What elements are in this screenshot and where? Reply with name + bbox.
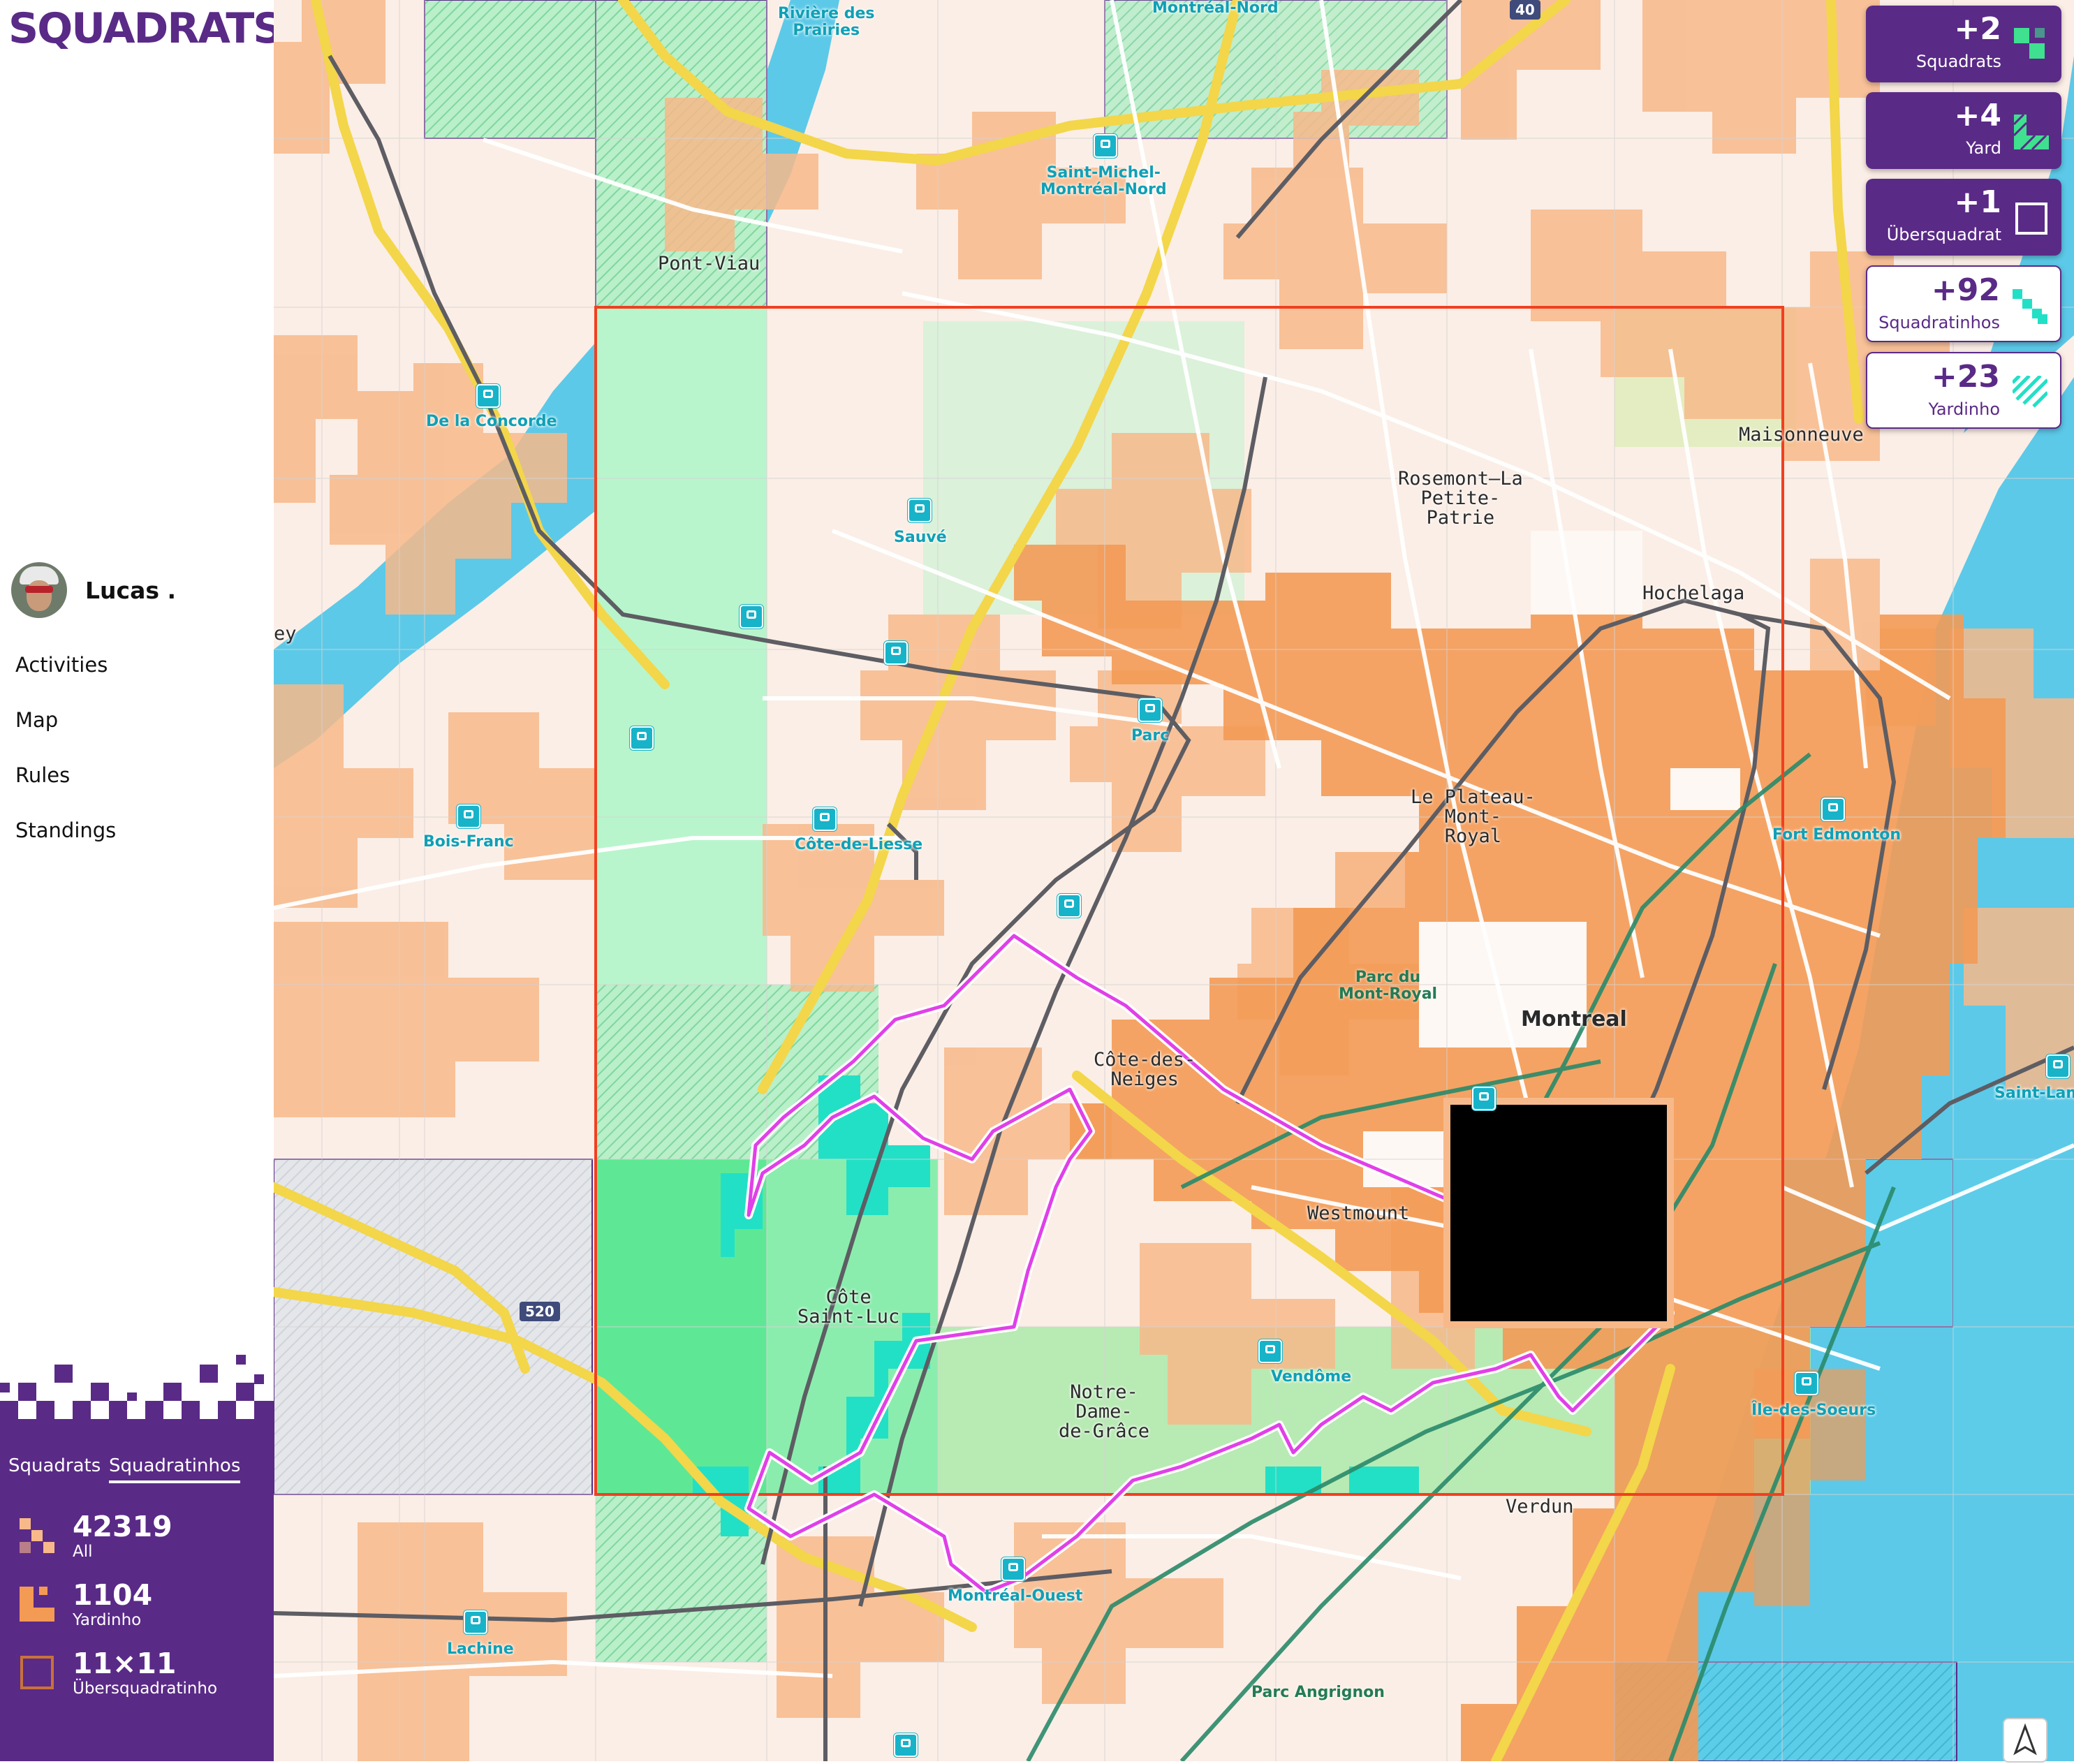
avatar[interactable] [11,562,67,618]
card-squadratinhos-value: +92 [1931,272,2000,308]
station-fort-edmonton[interactable]: Fort Edmonton [1772,827,1901,844]
card-yard-value: +4 [1954,98,2001,133]
compass-icon [2013,1723,2037,1756]
yardinho-icon [20,1587,54,1622]
squadrats-icon [2014,28,2045,59]
station-saint-lambert[interactable]: Saint-Lam [1994,1085,2074,1102]
label-cote-des-neiges: Côte-des- Neiges [1094,1049,1196,1090]
card-yardinho[interactable]: +23 Yardinho [1866,352,2061,429]
station-saint-michel[interactable]: Saint-Michel- Montréal-Nord [1040,165,1167,198]
map-canvas[interactable]: Pont-Viau Maisonneuve Rosemont—La Petite… [274,0,2074,1761]
nav-map[interactable]: Map [15,708,58,732]
train-station-icon[interactable] [630,726,654,750]
reset-north-button[interactable] [2003,1718,2047,1763]
privacy-redaction [1450,1105,1667,1321]
label-maisonneuve: Maisonneuve [1739,424,1864,446]
label-hochelaga: Hochelaga [1642,582,1745,604]
card-ubersquadrat-label: Übersquadrat [1886,225,2001,244]
train-station-icon[interactable] [2046,1054,2070,1078]
train-station-icon[interactable] [464,1610,487,1634]
label-pont-viau: Pont-Viau [658,253,760,274]
stat-yardinho-value: 1104 [73,1578,153,1612]
card-squadratinhos[interactable]: +92 Squadratinhos [1866,265,2061,342]
stat-all: 42319 All [20,1511,172,1561]
nav-rules[interactable]: Rules [15,763,70,787]
label-cote-saint-luc: Côte Saint-Luc [797,1286,900,1328]
station-lachine[interactable]: Lachine [447,1641,514,1658]
card-squadrats-value: +2 [1954,11,2001,47]
card-ubersquadrat[interactable]: +1 Übersquadrat [1866,179,2061,256]
card-yard-label: Yard [1966,138,2001,158]
tab-squadrats[interactable]: Squadrats [8,1455,101,1476]
ubersquadratinho-icon [20,1656,54,1689]
train-station-icon[interactable] [1795,1372,1818,1395]
train-station-icon[interactable] [1472,1087,1496,1110]
pixel-edge-decoration [0,1355,274,1432]
label-plateau: Le Plateau- Mont- Royal [1411,786,1536,847]
sidebar: SQUADRATS Lucas . Activities Map Rules S… [0,0,283,1761]
user-profile[interactable]: Lucas . [11,562,176,618]
map-layer[interactable] [274,0,2074,1761]
train-station-icon[interactable] [1821,798,1845,821]
user-name: Lucas . [85,576,177,604]
label-parc-du-mont-royal: Parc du Mont-Royal [1339,969,1438,1003]
highway-shield-40: 40 [1510,0,1540,20]
stat-ubersquadratinho: 11×11 Übersquadratinho [20,1648,217,1698]
ubersquadrat-icon [2015,203,2047,235]
highway-shield-520: 520 [520,1302,560,1321]
nav-standings[interactable]: Standings [15,818,116,842]
card-ubersquadrat-value: +1 [1954,184,2001,220]
stat-ubersquadratinho-value: 11×11 [73,1647,177,1680]
station-montreal-nord[interactable]: Montréal-Nord [1152,0,1279,17]
station-sauve[interactable]: Sauvé [894,529,947,546]
card-squadrats[interactable]: +2 Squadrats [1866,6,2061,82]
stats-panel: Squadrats Squadratinhos 42319 All 1104 Y… [0,1355,274,1761]
label-verdun: Verdun [1506,1496,1574,1517]
station-ile-des-soeurs[interactable]: Île-des-Soeurs [1751,1402,1876,1419]
station-cote-de-liesse[interactable]: Côte-de-Liesse [795,837,922,853]
label-westmount: Westmount [1307,1203,1410,1224]
train-station-icon[interactable] [1258,1339,1282,1363]
card-yard[interactable]: +4 Yard [1866,92,2061,169]
station-parc[interactable]: Parc [1131,728,1169,744]
app-logo[interactable]: SQUADRATS [8,4,283,53]
train-station-icon[interactable] [908,499,932,522]
card-yardinho-label: Yardinho [1928,399,2000,419]
yard-icon [2014,115,2049,149]
station-vendome[interactable]: Vendôme [1271,1369,1351,1386]
stat-all-value: 42319 [73,1510,172,1543]
station-de-la-concorde[interactable]: De la Concorde [426,413,557,430]
train-station-icon[interactable] [884,641,908,665]
station-bois-franc[interactable]: Bois-Franc [423,834,514,851]
train-station-icon[interactable] [476,384,500,408]
label-partial-ey: ey [274,623,297,645]
label-parc-angrignon: Parc Angrignon [1251,1684,1385,1701]
stat-ubersquadratinho-label: Übersquadratinho [73,1680,218,1698]
train-station-icon[interactable] [813,807,837,831]
nav-activities[interactable]: Activities [15,653,108,677]
train-station-icon[interactable] [1001,1557,1025,1581]
stat-all-label: All [73,1543,93,1561]
label-montreal: Montreal [1521,1007,1627,1031]
squadratinhos-all-icon [20,1518,54,1553]
train-station-icon[interactable] [1094,134,1117,158]
train-station-icon[interactable] [1057,894,1081,918]
stat-yardinho: 1104 Yardinho [20,1580,152,1630]
label-rosemont: Rosemont—La Petite- Patrie [1398,468,1523,529]
yardinho-icon [2013,376,2047,408]
tab-squadratinhos[interactable]: Squadratinhos [109,1455,241,1483]
train-station-icon[interactable] [457,804,480,828]
stat-yardinho-label: Yardinho [73,1611,142,1629]
squadratinhos-icon [2013,289,2047,324]
train-station-icon[interactable] [894,1733,918,1757]
station-riviere-des-prairies[interactable]: Rivière des Prairies [778,6,874,39]
train-station-icon[interactable] [740,605,763,629]
card-squadrats-label: Squadrats [1915,52,2001,71]
train-station-icon[interactable] [1138,698,1162,722]
card-yardinho-value: +23 [1931,359,2000,395]
label-notre-dame-de-grace: Notre- Dame- de-Grâce [1059,1381,1150,1442]
station-montreal-ouest[interactable]: Montréal-Ouest [948,1588,1082,1605]
card-squadratinhos-label: Squadratinhos [1878,313,2000,332]
